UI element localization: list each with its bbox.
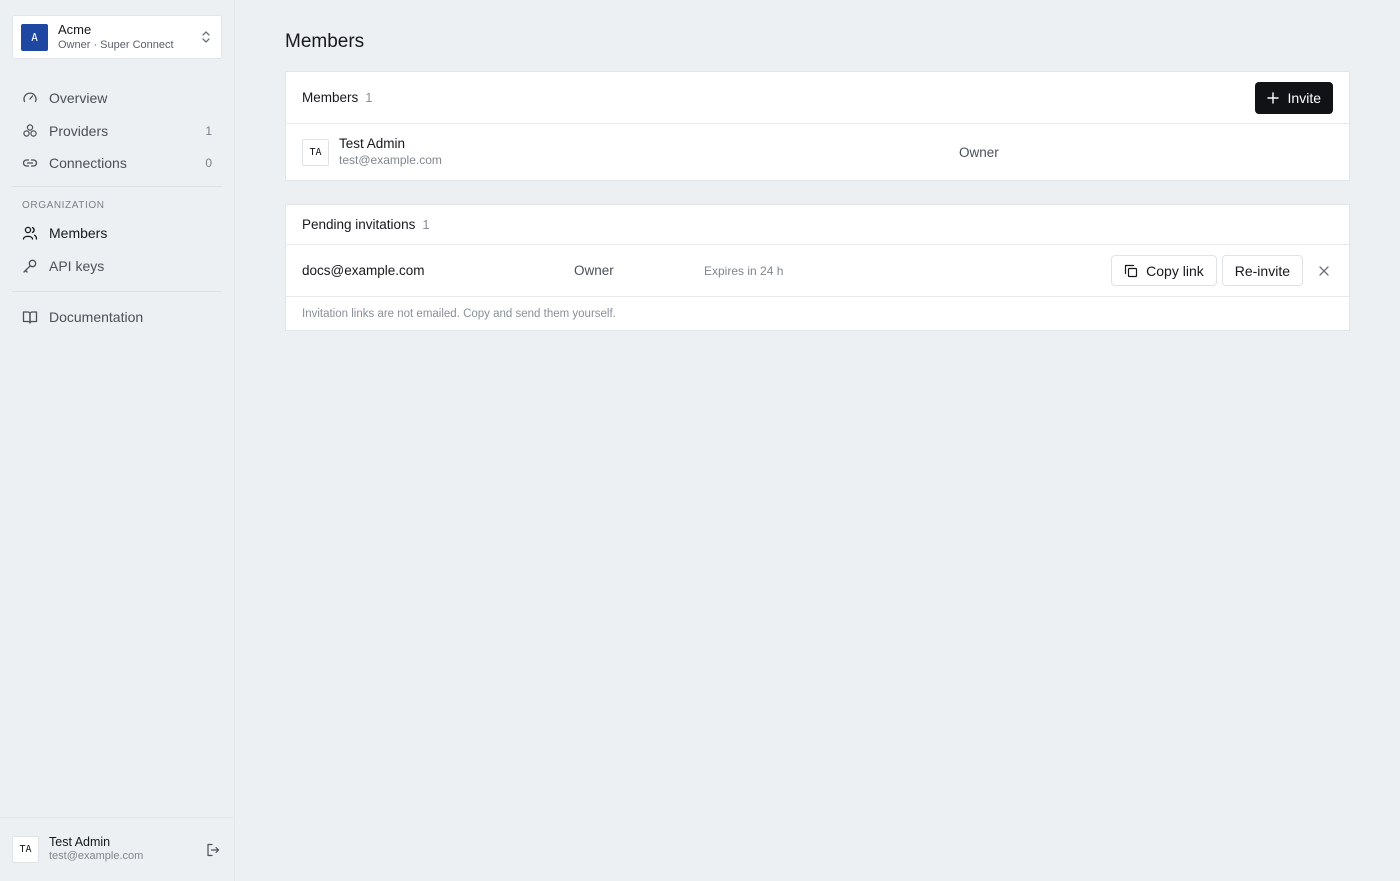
chevron-updown-icon	[202, 31, 210, 43]
org-subtitle: Owner · Super Connect	[58, 39, 174, 52]
nav-label-documentation: Documentation	[49, 309, 144, 325]
member-info: Test Admin test@example.com	[339, 135, 959, 168]
user-info: Test Admin test@example.com	[49, 835, 203, 864]
members-card: Members 1 Invite TA Test Admin test@exam…	[285, 71, 1350, 181]
nav-count-providers: 1	[205, 123, 212, 138]
invitation-email: docs@example.com	[302, 263, 425, 278]
org-name: Acme	[58, 21, 92, 37]
user-avatar: TA	[12, 836, 39, 863]
invite-button-label: Invite	[1287, 89, 1321, 106]
invitations-card-header: Pending invitations 1	[286, 205, 1349, 245]
nav-count-connections: 0	[205, 156, 212, 170]
invitation-note: Invitation links are not emailed. Copy a…	[302, 307, 616, 320]
book-icon	[22, 311, 38, 324]
member-row: TA Test Admin test@example.com Owner	[286, 124, 1349, 180]
revoke-invitation-button[interactable]	[1315, 262, 1333, 280]
close-icon	[1319, 265, 1329, 276]
logout-button[interactable]	[203, 840, 223, 860]
gauge-icon	[23, 92, 37, 103]
link-icon	[22, 159, 38, 167]
nav-section-organization: ORGANIZATION	[22, 200, 105, 211]
members-count: 1	[365, 90, 373, 105]
reinvite-label: Re-invite	[1234, 262, 1290, 279]
key-icon	[23, 259, 37, 273]
invitation-expiry: Expires in 24 h	[704, 263, 784, 278]
nav-item-connections[interactable]: Connections 0	[12, 148, 222, 178]
nav-label-api-keys: API keys	[49, 257, 105, 274]
reinvite-button[interactable]: Re-invite	[1221, 255, 1303, 286]
invitations-card-title: Pending invitations	[302, 217, 416, 232]
member-email: test@example.com	[339, 152, 442, 167]
copy-link-label: Copy link	[1146, 262, 1204, 279]
nav-item-providers[interactable]: Providers 1	[12, 116, 222, 146]
invitations-count: 1	[422, 217, 430, 232]
providers-icon	[23, 123, 37, 137]
org-switcher[interactable]: A Acme Owner · Super Connect	[12, 15, 222, 59]
primary-nav: Overview Providers 1 Connections 0	[12, 83, 222, 181]
user-name: Test Admin	[49, 834, 111, 849]
members-card-header: Members 1 Invite	[286, 72, 1349, 124]
member-avatar: TA	[302, 138, 329, 166]
invite-button[interactable]: Invite	[1254, 81, 1333, 114]
nav-label-connections: Connections	[49, 155, 127, 171]
invitation-role: Owner	[574, 263, 614, 278]
org-avatar: A	[21, 23, 48, 51]
nav-divider-docs	[12, 291, 222, 292]
org-info: Acme Owner · Super Connect	[58, 22, 199, 53]
invitations-card: Pending invitations 1 docs@example.com O…	[285, 204, 1350, 331]
copy-icon	[1125, 264, 1138, 277]
copy-link-button[interactable]: Copy link	[1111, 255, 1217, 286]
page-title: Members	[285, 31, 365, 52]
organization-nav: Members API keys	[12, 218, 222, 283]
invitation-row: docs@example.com Owner Expires in 24 h C…	[286, 245, 1349, 297]
members-card-title: Members	[302, 90, 359, 105]
plus-icon	[1266, 91, 1279, 104]
nav-item-documentation[interactable]: Documentation	[12, 302, 222, 332]
sidebar: A Acme Owner · Super Connect Overview Pr…	[0, 0, 235, 881]
logout-icon	[207, 843, 220, 856]
nav-item-overview[interactable]: Overview	[12, 83, 222, 113]
user-footer: TA Test Admin test@example.com	[0, 817, 235, 881]
user-email: test@example.com	[49, 850, 144, 863]
nav-item-api-keys[interactable]: API keys	[12, 251, 222, 281]
docs-nav: Documentation	[12, 302, 222, 335]
nav-label-providers: Providers	[49, 122, 109, 139]
users-icon	[22, 226, 38, 240]
nav-divider	[12, 186, 222, 187]
member-role: Owner	[959, 144, 999, 160]
nav-label-members: Members	[49, 225, 108, 241]
nav-item-members[interactable]: Members	[12, 218, 222, 248]
nav-label-overview: Overview	[49, 90, 108, 106]
member-name: Test Admin	[339, 136, 406, 152]
